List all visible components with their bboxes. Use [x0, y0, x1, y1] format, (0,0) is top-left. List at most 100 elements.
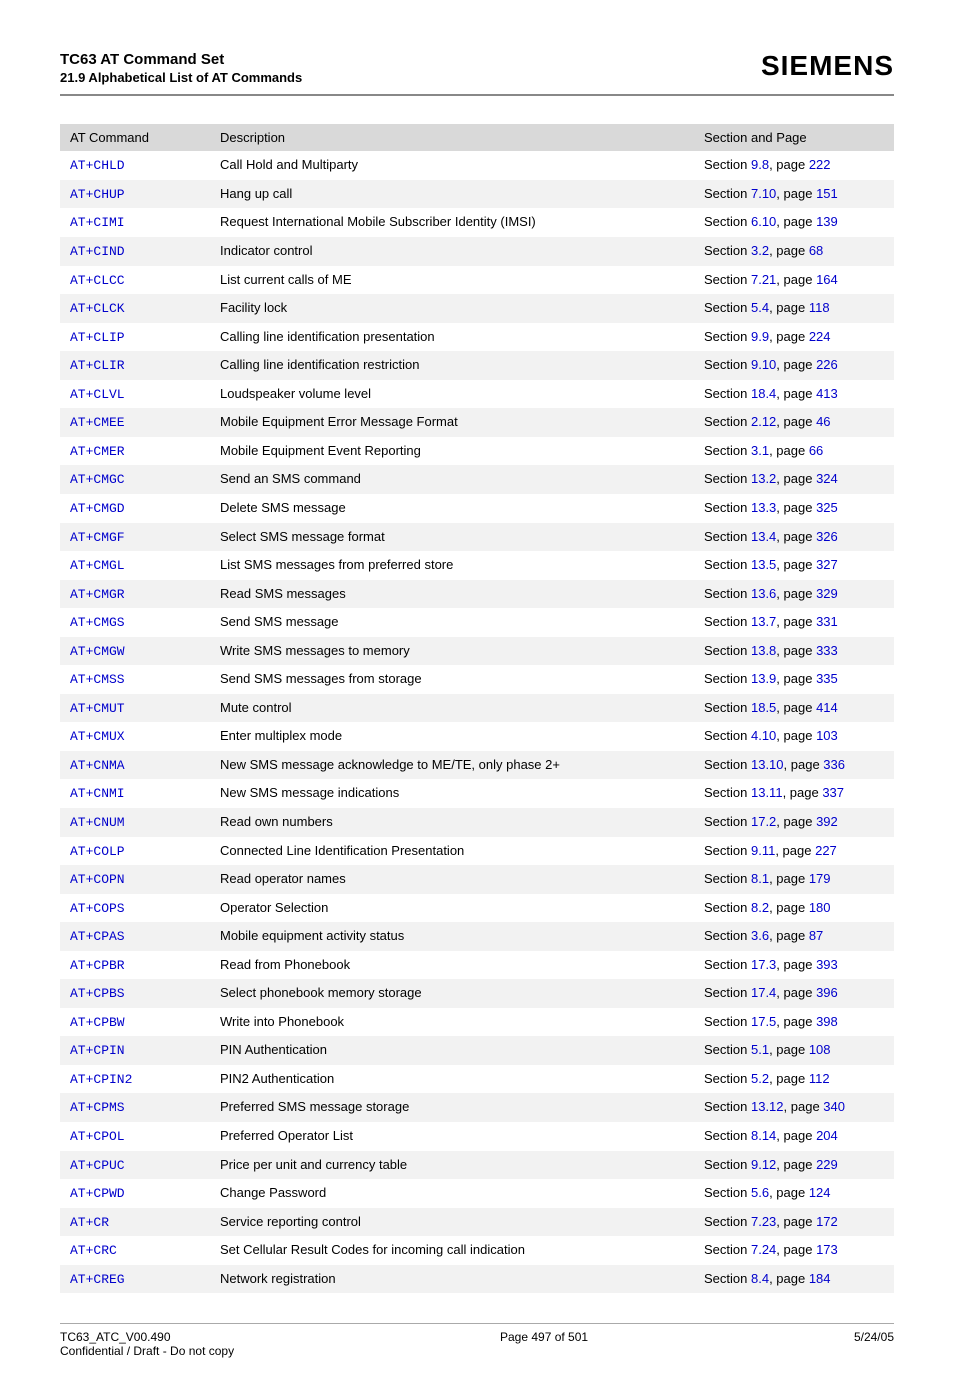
section-link[interactable]: 18.5: [751, 700, 776, 715]
page-link[interactable]: 118: [809, 300, 830, 315]
at-command-link[interactable]: AT+CIMI: [70, 215, 125, 230]
page-link[interactable]: 229: [816, 1157, 838, 1172]
page-link[interactable]: 173: [816, 1242, 838, 1257]
at-command-link[interactable]: AT+CMGD: [70, 501, 125, 516]
at-command-link[interactable]: AT+CMGR: [70, 587, 125, 602]
at-command-link[interactable]: AT+CLIR: [70, 358, 125, 373]
section-link[interactable]: 17.4: [751, 985, 776, 1000]
page-link[interactable]: 392: [816, 814, 838, 829]
section-link[interactable]: 3.2: [751, 243, 769, 258]
page-link[interactable]: 393: [816, 957, 838, 972]
page-link[interactable]: 124: [809, 1185, 831, 1200]
at-command-link[interactable]: AT+COPS: [70, 901, 125, 916]
page-link[interactable]: 112: [809, 1071, 830, 1086]
at-command-link[interactable]: AT+CMGW: [70, 644, 125, 659]
at-command-link[interactable]: AT+CPUC: [70, 1158, 125, 1173]
page-link[interactable]: 87: [809, 928, 823, 943]
page-link[interactable]: 396: [816, 985, 838, 1000]
at-command-link[interactable]: AT+CMUX: [70, 729, 125, 744]
page-link[interactable]: 46: [816, 414, 830, 429]
section-link[interactable]: 13.11: [751, 785, 783, 800]
page-link[interactable]: 414: [816, 700, 838, 715]
page-link[interactable]: 335: [816, 671, 838, 686]
page-link[interactable]: 329: [816, 586, 838, 601]
at-command-link[interactable]: AT+CNMA: [70, 758, 125, 773]
section-link[interactable]: 13.12: [751, 1099, 784, 1114]
at-command-link[interactable]: AT+CHUP: [70, 187, 125, 202]
page-link[interactable]: 164: [816, 272, 838, 287]
at-command-link[interactable]: AT+CNUM: [70, 815, 125, 830]
section-link[interactable]: 13.10: [751, 757, 784, 772]
section-link[interactable]: 2.12: [751, 414, 776, 429]
at-command-link[interactable]: AT+CLCC: [70, 273, 125, 288]
at-command-link[interactable]: AT+CHLD: [70, 158, 125, 173]
page-link[interactable]: 172: [816, 1214, 838, 1229]
page-link[interactable]: 108: [809, 1042, 831, 1057]
at-command-link[interactable]: AT+CNMI: [70, 786, 125, 801]
section-link[interactable]: 17.5: [751, 1014, 776, 1029]
at-command-link[interactable]: AT+CR: [70, 1215, 109, 1230]
section-link[interactable]: 13.5: [751, 557, 776, 572]
section-link[interactable]: 9.11: [751, 843, 775, 858]
at-command-link[interactable]: AT+CPBW: [70, 1015, 125, 1030]
page-link[interactable]: 184: [809, 1271, 831, 1286]
at-command-link[interactable]: AT+CMUT: [70, 701, 125, 716]
section-link[interactable]: 13.2: [751, 471, 776, 486]
at-command-link[interactable]: AT+CPIN2: [70, 1072, 132, 1087]
section-link[interactable]: 13.7: [751, 614, 776, 629]
page-link[interactable]: 227: [815, 843, 837, 858]
section-link[interactable]: 17.3: [751, 957, 776, 972]
at-command-link[interactable]: AT+CPBS: [70, 986, 125, 1001]
page-link[interactable]: 337: [822, 785, 844, 800]
at-command-link[interactable]: AT+CPIN: [70, 1043, 125, 1058]
page-link[interactable]: 413: [816, 386, 838, 401]
page-link[interactable]: 103: [816, 728, 838, 743]
at-command-link[interactable]: AT+CMEE: [70, 415, 125, 430]
page-link[interactable]: 151: [816, 186, 838, 201]
at-command-link[interactable]: AT+CREG: [70, 1272, 125, 1287]
at-command-link[interactable]: AT+CRC: [70, 1243, 117, 1258]
section-link[interactable]: 7.10: [751, 186, 776, 201]
page-link[interactable]: 398: [816, 1014, 838, 1029]
at-command-link[interactable]: AT+CMGF: [70, 530, 125, 545]
at-command-link[interactable]: AT+CLCK: [70, 301, 125, 316]
at-command-link[interactable]: AT+CMGS: [70, 615, 125, 630]
section-link[interactable]: 13.6: [751, 586, 776, 601]
page-link[interactable]: 139: [816, 214, 838, 229]
section-link[interactable]: 18.4: [751, 386, 776, 401]
section-link[interactable]: 5.4: [751, 300, 769, 315]
section-link[interactable]: 8.14: [751, 1128, 776, 1143]
at-command-link[interactable]: AT+CMER: [70, 444, 125, 459]
section-link[interactable]: 7.21: [751, 272, 776, 287]
section-link[interactable]: 4.10: [751, 728, 776, 743]
page-link[interactable]: 333: [816, 643, 838, 658]
section-link[interactable]: 17.2: [751, 814, 776, 829]
page-link[interactable]: 340: [823, 1099, 845, 1114]
section-link[interactable]: 13.9: [751, 671, 776, 686]
section-link[interactable]: 13.8: [751, 643, 776, 658]
section-link[interactable]: 7.24: [751, 1242, 776, 1257]
section-link[interactable]: 3.6: [751, 928, 769, 943]
page-link[interactable]: 224: [809, 329, 831, 344]
section-link[interactable]: 8.4: [751, 1271, 769, 1286]
section-link[interactable]: 5.1: [751, 1042, 769, 1057]
section-link[interactable]: 3.1: [751, 443, 769, 458]
section-link[interactable]: 8.1: [751, 871, 769, 886]
section-link[interactable]: 7.23: [751, 1214, 776, 1229]
section-link[interactable]: 8.2: [751, 900, 769, 915]
page-link[interactable]: 180: [809, 900, 831, 915]
at-command-link[interactable]: AT+COLP: [70, 844, 125, 859]
section-link[interactable]: 9.9: [751, 329, 769, 344]
page-link[interactable]: 331: [816, 614, 838, 629]
section-link[interactable]: 13.3: [751, 500, 776, 515]
section-link[interactable]: 6.10: [751, 214, 776, 229]
at-command-link[interactable]: AT+CPBR: [70, 958, 125, 973]
page-link[interactable]: 327: [816, 557, 838, 572]
page-link[interactable]: 222: [809, 157, 831, 172]
page-link[interactable]: 325: [816, 500, 838, 515]
page-link[interactable]: 204: [816, 1128, 838, 1143]
at-command-link[interactable]: AT+CMGC: [70, 472, 125, 487]
at-command-link[interactable]: AT+CIND: [70, 244, 125, 259]
at-command-link[interactable]: AT+CPWD: [70, 1186, 125, 1201]
section-link[interactable]: 9.8: [751, 157, 769, 172]
